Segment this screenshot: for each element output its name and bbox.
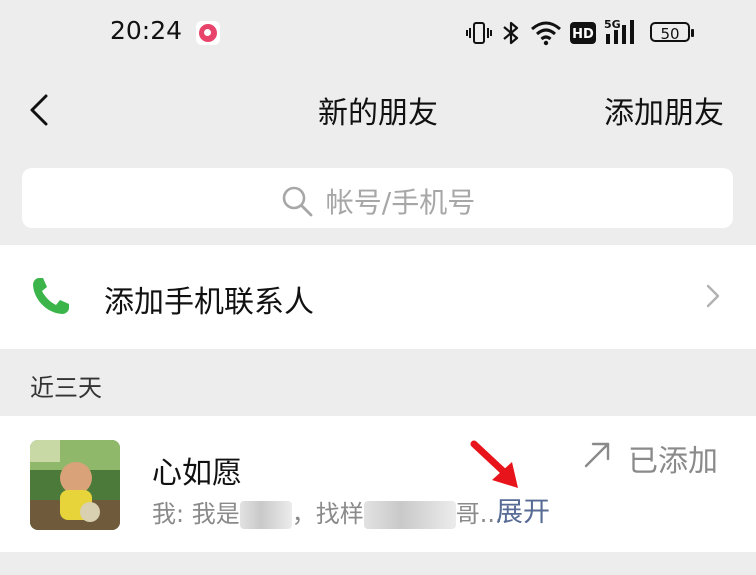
arrow-up-right-icon bbox=[584, 442, 610, 468]
friend-request-item[interactable]: 心如愿 我: 我是 ，找样 哥... 展开 已添加 bbox=[0, 416, 756, 552]
battery-icon: 50 bbox=[650, 22, 694, 43]
hd-icon: HD bbox=[570, 22, 596, 44]
friend-request-message: 我: 我是 ，找样 哥... bbox=[152, 500, 503, 529]
chevron-right-icon bbox=[706, 284, 720, 308]
phone-icon bbox=[33, 278, 69, 314]
friend-name: 心如愿 bbox=[152, 456, 242, 491]
expand-link[interactable]: 展开 bbox=[496, 490, 550, 529]
search-placeholder: 帐号/手机号 bbox=[325, 186, 476, 219]
search-icon bbox=[282, 186, 313, 217]
bluetooth-icon bbox=[503, 21, 519, 45]
add-phone-contacts-label: 添加手机联系人 bbox=[104, 285, 314, 320]
svg-text:HD: HD bbox=[572, 27, 594, 42]
redacted-text bbox=[239, 501, 292, 529]
nav-bar: 新的朋友 添加朋友 bbox=[0, 66, 756, 154]
redacted-text bbox=[363, 501, 456, 529]
svg-text:5G: 5G bbox=[604, 18, 621, 31]
app-notification-icon bbox=[196, 21, 220, 45]
wifi-icon bbox=[531, 21, 561, 46]
avatar[interactable] bbox=[30, 440, 120, 530]
annotation-arrow-icon bbox=[470, 440, 518, 488]
add-phone-contacts-row[interactable]: 添加手机联系人 bbox=[0, 245, 756, 349]
status-time: 20:24 bbox=[110, 16, 183, 45]
section-header-recent: 近三天 bbox=[30, 374, 102, 402]
status-bar: 20:24 HD 5G 50 bbox=[0, 0, 756, 66]
add-friend-button[interactable]: 添加朋友 bbox=[604, 88, 724, 132]
vibrate-icon bbox=[466, 22, 492, 44]
divider bbox=[0, 552, 756, 575]
5g-signal-icon: 5G bbox=[604, 18, 634, 44]
search-input[interactable]: 帐号/手机号 bbox=[22, 168, 733, 228]
added-label: 已添加 bbox=[628, 444, 718, 479]
